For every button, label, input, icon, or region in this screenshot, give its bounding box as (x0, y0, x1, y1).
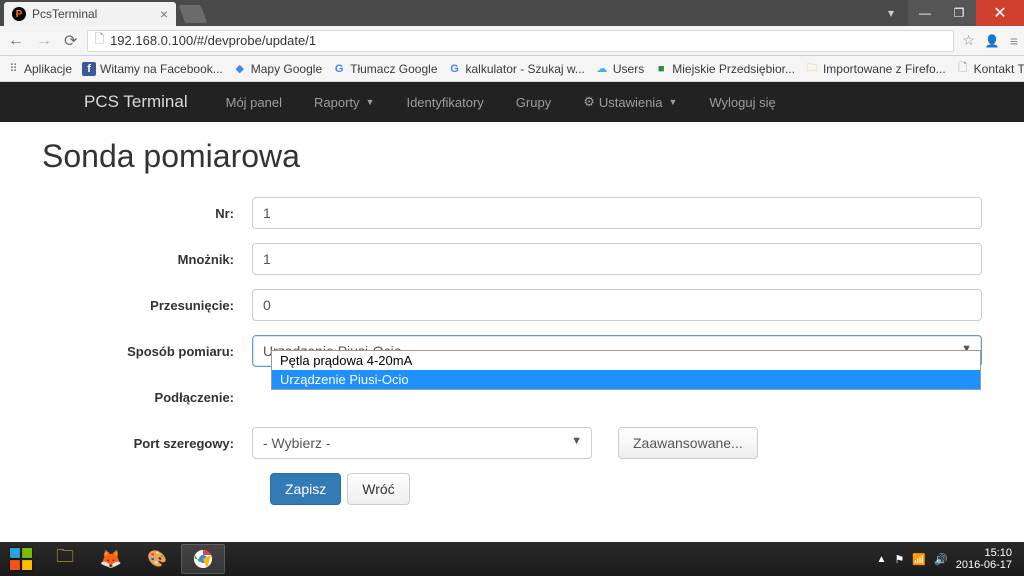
window-controls: ▾ — ❐ ✕ (874, 0, 1024, 26)
url-text: 192.168.0.100/#/devprobe/update/1 (110, 33, 316, 48)
nav-reports[interactable]: Raporty▼ (300, 85, 388, 120)
google-icon: G (332, 62, 346, 76)
bookmark-item[interactable]: 🗋Kontakt Trans Petro O... (956, 62, 1024, 76)
window-dropdown-icon[interactable]: ▾ (874, 0, 908, 26)
tray-action-center-icon[interactable]: ⚑ (894, 553, 904, 566)
select-sposob-dropdown: Pętla prądowa 4-20mA Urządzenie Piusi-Oc… (271, 350, 981, 390)
browser-tabstrip: P PcsTerminal × ▾ — ❐ ✕ (0, 0, 1024, 26)
app-navbar: PCS Terminal Mój panel Raporty▼ Identyfi… (0, 82, 1024, 122)
file-icon: 🗋 (956, 62, 970, 76)
facebook-icon: f (82, 62, 96, 76)
label-podlaczenie: Podłączenie: (42, 390, 252, 405)
input-mnoznik[interactable] (252, 243, 982, 275)
label-przesuniecie: Przesunięcie: (42, 298, 252, 313)
bookmarks-bar: ⠿ Aplikacje fWitamy na Facebook... ◆Mapy… (0, 56, 1024, 82)
nav-groups[interactable]: Grupy (502, 85, 565, 120)
select-port-value: - Wybierz - (252, 427, 592, 459)
label-nr: Nr: (42, 206, 252, 221)
menu-icon[interactable]: ≡ (1010, 33, 1018, 49)
taskbar-app-firefox[interactable]: 🦊 (89, 544, 133, 574)
caret-down-icon: ▼ (366, 97, 375, 107)
bookmark-item[interactable]: fWitamy na Facebook... (82, 62, 223, 76)
taskbar: 🗀 🦊 🎨 ▲ ⚑ 📶 🔊 15:10 2016-06-17 (0, 542, 1024, 576)
label-sposob: Sposób pomiaru: (42, 344, 252, 359)
nav-logout[interactable]: Wyloguj się (695, 85, 789, 120)
nav-settings[interactable]: ⚙Ustawienia▼ (569, 84, 691, 120)
tab-favicon: P (12, 7, 26, 21)
label-mnoznik: Mnożnik: (42, 252, 252, 267)
caret-down-icon: ▼ (668, 97, 677, 107)
input-nr[interactable] (252, 197, 982, 229)
system-tray: ▲ ⚑ 📶 🔊 15:10 2016-06-17 (877, 547, 1018, 571)
url-bar[interactable]: 🗋 192.168.0.100/#/devprobe/update/1 (87, 30, 954, 52)
browser-tab[interactable]: P PcsTerminal × (4, 2, 176, 26)
folder-icon: 🗀 (805, 62, 819, 76)
advanced-button[interactable]: Zaawansowane... (618, 427, 758, 459)
nav-reload-icon[interactable]: ⟳ (62, 31, 79, 51)
start-button[interactable] (0, 542, 42, 576)
tab-close-icon[interactable]: × (160, 6, 168, 22)
taskbar-app-paint[interactable]: 🎨 (135, 544, 179, 574)
nav-back-icon[interactable]: ← (6, 32, 26, 50)
bookmark-item[interactable]: ☁Users (595, 62, 644, 76)
taskbar-app-chrome[interactable] (181, 544, 225, 574)
select-port[interactable]: - Wybierz - ▼ (252, 427, 592, 459)
tray-volume-icon[interactable]: 🔊 (934, 553, 948, 566)
bookmarks-apps[interactable]: ⠿ Aplikacje (6, 62, 72, 76)
page-container: Sonda pomiarowa Nr: Mnożnik: Przesunięci… (42, 122, 982, 505)
tray-overflow-icon[interactable]: ▲ (877, 554, 887, 565)
google-icon: G (448, 62, 462, 76)
select-option[interactable]: Pętla prądowa 4-20mA (272, 351, 980, 370)
save-button[interactable]: Zapisz (270, 473, 341, 505)
back-button[interactable]: Wróć (347, 473, 409, 505)
bookmark-item[interactable]: GTłumacz Google (332, 62, 437, 76)
window-minimize-button[interactable]: — (908, 0, 942, 26)
browser-toolbar: ← → ⟳ 🗋 192.168.0.100/#/devprobe/update/… (0, 26, 1024, 56)
tab-title: PcsTerminal (32, 7, 97, 21)
cloud-icon: ☁ (595, 62, 609, 76)
gear-icon: ⚙ (583, 94, 595, 110)
select-option-selected[interactable]: Urządzenie Piusi-Ocio (272, 370, 980, 389)
user-icon[interactable]: 👤 (985, 34, 1000, 48)
label-port: Port szeregowy: (42, 436, 252, 451)
bookmark-item[interactable]: 🗀Importowane z Firefo... (805, 62, 946, 76)
window-close-button[interactable]: ✕ (976, 0, 1024, 26)
taskbar-app-explorer[interactable]: 🗀 (43, 544, 87, 574)
page-icon: 🗋 (94, 30, 104, 51)
bookmark-item[interactable]: ■Miejskie Przedsiębior... (654, 62, 795, 76)
tray-network-icon[interactable]: 📶 (912, 553, 926, 566)
apps-icon: ⠿ (6, 62, 20, 76)
caret-down-icon: ▼ (571, 435, 582, 447)
page-title: Sonda pomiarowa (42, 138, 982, 175)
bookmark-item[interactable]: ◆Mapy Google (233, 62, 322, 76)
brand[interactable]: PCS Terminal (84, 92, 188, 112)
new-tab-button[interactable] (179, 5, 208, 23)
site-icon: ■ (654, 62, 668, 76)
star-icon[interactable]: ☆ (962, 32, 975, 49)
nav-identifiers[interactable]: Identyfikatory (392, 85, 497, 120)
window-maximize-button[interactable]: ❐ (942, 0, 976, 26)
nav-my-panel[interactable]: Mój panel (212, 85, 296, 120)
bookmark-item[interactable]: Gkalkulator - Szukaj w... (448, 62, 585, 76)
input-przesuniecie[interactable] (252, 289, 982, 321)
maps-icon: ◆ (233, 62, 247, 76)
taskbar-clock[interactable]: 15:10 2016-06-17 (956, 547, 1012, 571)
nav-forward-icon: → (34, 32, 54, 50)
